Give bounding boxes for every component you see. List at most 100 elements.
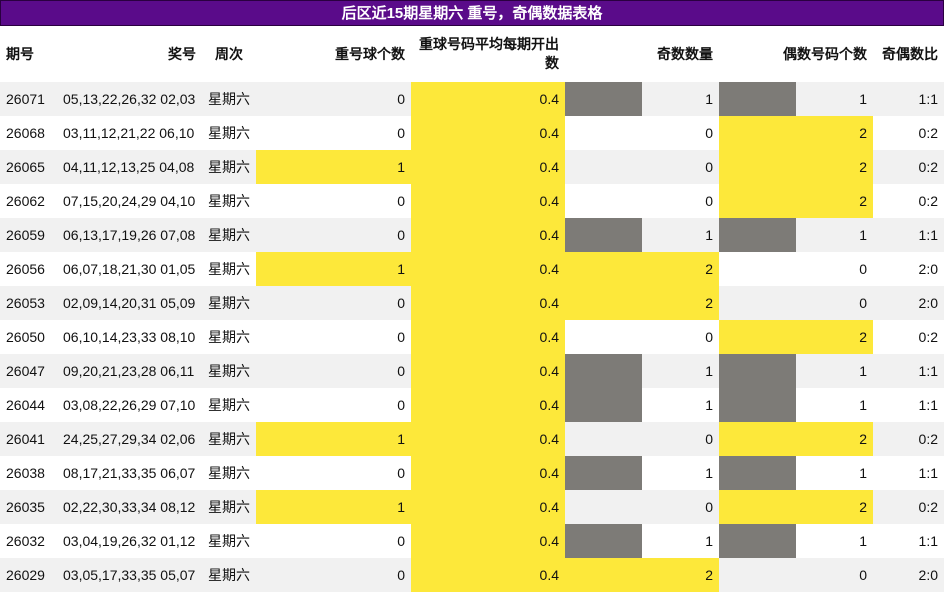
cell-repeat-average: 0.4 [411,558,565,592]
cell-odd-count: 1 [642,388,719,422]
even-indicator-bar [719,354,796,388]
odd-indicator-bar [565,354,642,388]
cell-even-count: 2 [796,422,873,456]
cell-odd-count: 2 [642,558,719,592]
cell-odd-count: 2 [642,252,719,286]
cell-issue: 26059 [0,218,57,252]
cell-numbers: 04,11,12,13,25 04,08 [57,150,202,184]
cell-repeat-count: 0 [256,456,411,490]
cell-numbers: 07,15,20,24,29 04,10 [57,184,202,218]
cell-even-count: 0 [796,286,873,320]
cell-ratio: 1:1 [873,524,944,558]
cell-issue: 26068 [0,116,57,150]
cell-odd-count: 1 [642,218,719,252]
cell-repeat-average: 0.4 [411,354,565,388]
cell-weekday: 星期六 [202,116,256,150]
header-repeat-average: 重球号码平均每期开出数 [419,36,559,71]
even-indicator-bar [719,456,796,490]
header-weekday: 周次 [215,45,243,62]
cell-repeat-count: 0 [256,116,411,150]
cell-even-count: 0 [796,252,873,286]
odd-indicator-bar [565,524,642,558]
odd-indicator-bar [565,252,642,286]
cell-repeat-average: 0.4 [411,116,565,150]
cell-weekday: 星期六 [202,354,256,388]
cell-ratio: 2:0 [873,252,944,286]
cell-weekday: 星期六 [202,286,256,320]
odd-indicator-bar [565,82,642,116]
cell-ratio: 0:2 [873,116,944,150]
cell-repeat-count: 0 [256,184,411,218]
cell-repeat-count: 0 [256,388,411,422]
cell-numbers: 02,22,30,33,34 08,12 [57,490,202,524]
odd-indicator-bar [565,422,642,456]
even-indicator-bar [719,116,796,150]
cell-issue: 26038 [0,456,57,490]
even-indicator-bar [719,184,796,218]
cell-numbers: 06,13,17,19,26 07,08 [57,218,202,252]
cell-weekday: 星期六 [202,320,256,354]
cell-issue: 26062 [0,184,57,218]
header-repeat-count: 重号球个数 [335,45,405,62]
cell-even-count: 1 [796,354,873,388]
cell-numbers: 02,09,14,20,31 05,09 [57,286,202,320]
cell-repeat-average: 0.4 [411,388,565,422]
cell-repeat-count: 0 [256,82,411,116]
cell-repeat-count: 0 [256,218,411,252]
cell-issue: 26050 [0,320,57,354]
cell-numbers: 24,25,27,29,34 02,06 [57,422,202,456]
cell-issue: 26032 [0,524,57,558]
odd-indicator-bar [565,456,642,490]
odd-indicator-bar [565,558,642,592]
odd-indicator-bar [565,490,642,524]
cell-ratio: 1:1 [873,388,944,422]
cell-odd-count: 0 [642,422,719,456]
cell-even-count: 2 [796,150,873,184]
even-indicator-bar [719,558,796,592]
even-indicator-bar [719,490,796,524]
odd-indicator-bar [565,116,642,150]
cell-repeat-average: 0.4 [411,150,565,184]
cell-weekday: 星期六 [202,150,256,184]
cell-odd-count: 2 [642,286,719,320]
cell-odd-count: 1 [642,82,719,116]
cell-ratio: 1:1 [873,82,944,116]
cell-issue: 26044 [0,388,57,422]
header-odd-count: 奇数数量 [657,45,713,62]
odd-indicator-bar [565,218,642,252]
cell-odd-count: 1 [642,524,719,558]
cell-repeat-average: 0.4 [411,422,565,456]
cell-repeat-count: 1 [256,422,411,456]
cell-even-count: 2 [796,490,873,524]
header-numbers: 奖号 [168,45,196,62]
cell-even-count: 2 [796,116,873,150]
odd-indicator-bar [565,184,642,218]
cell-even-count: 1 [796,388,873,422]
cell-ratio: 1:1 [873,456,944,490]
cell-issue: 26053 [0,286,57,320]
even-indicator-bar [719,286,796,320]
cell-weekday: 星期六 [202,252,256,286]
cell-odd-count: 0 [642,490,719,524]
even-indicator-bar [719,320,796,354]
cell-odd-count: 0 [642,320,719,354]
cell-weekday: 星期六 [202,388,256,422]
cell-issue: 26029 [0,558,57,592]
cell-repeat-average: 0.4 [411,82,565,116]
cell-ratio: 0:2 [873,422,944,456]
cell-ratio: 0:2 [873,320,944,354]
cell-repeat-count: 0 [256,558,411,592]
cell-ratio: 2:0 [873,286,944,320]
cell-odd-count: 1 [642,354,719,388]
odd-indicator-bar [565,320,642,354]
cell-numbers: 06,07,18,21,30 01,05 [57,252,202,286]
cell-odd-count: 1 [642,456,719,490]
cell-even-count: 1 [796,218,873,252]
cell-numbers: 06,10,14,23,33 08,10 [57,320,202,354]
cell-odd-count: 0 [642,184,719,218]
cell-repeat-count: 0 [256,320,411,354]
cell-issue: 26035 [0,490,57,524]
cell-repeat-count: 0 [256,286,411,320]
cell-repeat-count: 0 [256,524,411,558]
cell-weekday: 星期六 [202,490,256,524]
